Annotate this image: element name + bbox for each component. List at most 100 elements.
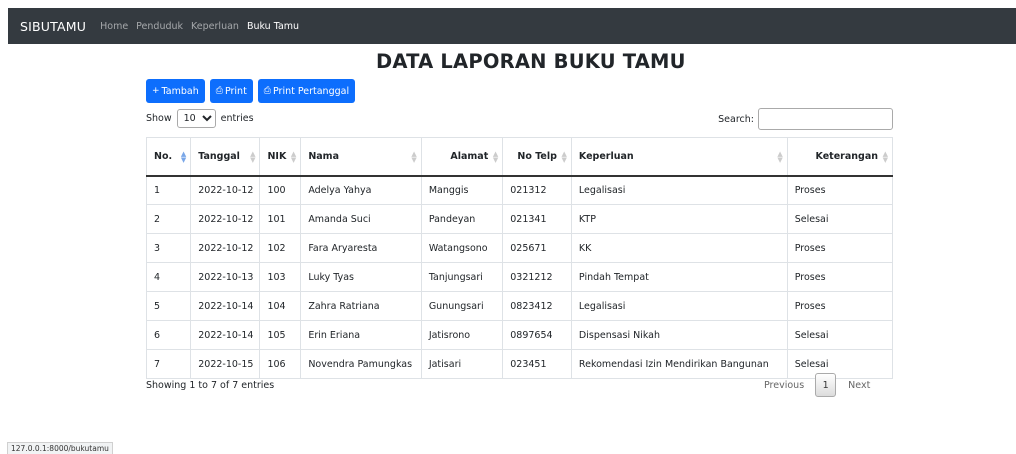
table-cell: Adelya Yahya bbox=[300, 175, 422, 205]
table-cell: Novendra Pamungkas bbox=[300, 349, 422, 379]
table-cell: 100 bbox=[259, 175, 302, 205]
column-header-nik[interactable]: NIK ▲ ▼ bbox=[259, 137, 302, 177]
table-cell: Fara Aryaresta bbox=[300, 233, 422, 263]
table-cell: 2022-10-14 bbox=[190, 291, 261, 321]
top-navbar: SIBUTAMU Home Penduduk Keperluan Buku Ta… bbox=[8, 8, 1016, 44]
print-button-label: Print bbox=[224, 85, 247, 97]
table-cell: 023451 bbox=[502, 349, 572, 379]
table-cell: Amanda Suci bbox=[300, 204, 422, 234]
column-label: Alamat bbox=[450, 150, 489, 162]
sort-icon: ▲ ▼ bbox=[250, 150, 256, 164]
entries-select[interactable]: 10 bbox=[176, 109, 216, 128]
column-label: Keterangan bbox=[815, 150, 878, 162]
table-cell: Proses bbox=[786, 233, 894, 263]
sort-icon: ▲ ▼ bbox=[561, 150, 567, 164]
current-page-button[interactable]: 1 bbox=[815, 373, 837, 397]
status-bar-url: 127.0.0.1:8000/bukutamu bbox=[7, 442, 113, 454]
print-button[interactable]: ⎙ Print bbox=[209, 79, 253, 103]
table-cell: 7 bbox=[145, 349, 192, 379]
table-cell: 2022-10-14 bbox=[190, 320, 261, 350]
table-cell: Selesai bbox=[786, 320, 894, 350]
table-row: 3 2022-10-12 102 Fara Aryaresta Watangsono 02… bbox=[145, 233, 894, 263]
table-cell: 021312 bbox=[502, 175, 572, 205]
table-cell: 101 bbox=[259, 204, 302, 234]
column-header-keperluan[interactable]: Keperluan ▲ ▼ bbox=[570, 137, 788, 177]
print-pertanggal-button-label: Print Pertanggal bbox=[273, 85, 350, 97]
column-header-tanggal[interactable]: Tanggal ▲ ▼ bbox=[190, 137, 261, 177]
guest-book-table: No. ▲ ▼ Tanggal ▲ ▼ NIK ▲ ▼ Nama ▲ ▼ Alamat ▲ ▼ No… bbox=[145, 137, 894, 379]
table-cell: Pindah Tempat bbox=[570, 262, 788, 292]
table-cell: 021341 bbox=[502, 204, 572, 234]
table-row: 6 2022-10-14 105 Erin Eriana Jatisrono 089765… bbox=[145, 320, 894, 350]
table-cell: Legalisasi bbox=[570, 175, 788, 205]
table-cell: Luky Tyas bbox=[300, 262, 422, 292]
tambah-button[interactable]: + Tambah bbox=[146, 79, 205, 103]
table-cell: Proses bbox=[786, 291, 894, 321]
table-cell: Selesai bbox=[786, 204, 894, 234]
table-cell: 2022-10-12 bbox=[190, 204, 261, 234]
table-cell: Zahra Ratriana bbox=[300, 291, 422, 321]
table-cell: 5 bbox=[145, 291, 192, 321]
table-cell: Tanjungsari bbox=[420, 262, 504, 292]
search-label: Search: bbox=[718, 113, 754, 125]
column-label: No Telp bbox=[517, 150, 557, 162]
page-title: DATA LAPORAN BUKU TAMU bbox=[376, 50, 686, 73]
table-cell: 6 bbox=[145, 320, 192, 350]
table-cell: 025671 bbox=[502, 233, 572, 263]
sort-asc-icon: ▲ ▼ bbox=[180, 150, 187, 164]
nav-link-home[interactable]: Home bbox=[100, 21, 128, 32]
table-cell: Watangsono bbox=[420, 233, 504, 263]
table-cell: 2022-10-15 bbox=[190, 349, 261, 379]
table-row: 2 2022-10-12 101 Amanda Suci Pandeyan 021341 K… bbox=[145, 204, 894, 234]
search-input[interactable] bbox=[758, 108, 893, 130]
table-cell: 2 bbox=[145, 204, 192, 234]
table-cell: Legalisasi bbox=[570, 291, 788, 321]
column-header-nama[interactable]: Nama ▲ ▼ bbox=[300, 137, 422, 177]
column-header-no-telp[interactable]: No Telp ▲ ▼ bbox=[502, 137, 572, 177]
entries-length-control: Show 10 entries bbox=[146, 109, 254, 128]
table-row: 4 2022-10-13 103 Luky Tyas Tanjungsari 032121… bbox=[145, 262, 894, 292]
print-icon: ⎙ bbox=[215, 86, 223, 96]
table-cell: 0897654 bbox=[502, 320, 572, 350]
table-row: 5 2022-10-14 104 Zahra Ratriana Gunungsari 08… bbox=[145, 291, 894, 321]
table-cell: Erin Eriana bbox=[300, 320, 422, 350]
table-cell: Proses bbox=[786, 262, 894, 292]
table-cell: Gunungsari bbox=[420, 291, 504, 321]
table-cell: 104 bbox=[259, 291, 302, 321]
search-control: Search: bbox=[718, 108, 893, 130]
table-cell: 102 bbox=[259, 233, 302, 263]
column-label: Nama bbox=[308, 150, 339, 162]
table-cell: Dispensasi Nikah bbox=[570, 320, 788, 350]
table-body: 1 2022-10-12 100 Adelya Yahya Manggis 021312 L… bbox=[145, 175, 894, 379]
table-cell: 3 bbox=[145, 233, 192, 263]
column-label: Keperluan bbox=[578, 150, 634, 162]
column-header-alamat[interactable]: Alamat ▲ ▼ bbox=[420, 137, 504, 177]
column-label: Tanggal bbox=[198, 150, 240, 162]
table-cell: Proses bbox=[786, 175, 894, 205]
pagination: Previous 1 Next bbox=[764, 373, 870, 397]
navbar-brand[interactable]: SIBUTAMU bbox=[20, 19, 86, 34]
next-page-button[interactable]: Next bbox=[848, 380, 870, 391]
previous-page-button[interactable]: Previous bbox=[764, 380, 804, 391]
length-suffix: entries bbox=[220, 113, 254, 124]
sort-icon: ▲ ▼ bbox=[882, 150, 888, 164]
length-prefix: Show bbox=[146, 113, 172, 124]
nav-link-penduduk[interactable]: Penduduk bbox=[136, 21, 183, 32]
table-cell: KTP bbox=[570, 204, 788, 234]
nav-link-buku-tamu[interactable]: Buku Tamu bbox=[247, 21, 299, 32]
table-cell: 4 bbox=[145, 262, 192, 292]
print-pertanggal-button[interactable]: ⎙ Print Pertanggal bbox=[257, 79, 356, 103]
column-header-keterangan[interactable]: Keterangan ▲ ▼ bbox=[786, 137, 894, 177]
table-cell: 2022-10-12 bbox=[190, 233, 261, 263]
table-cell: KK bbox=[570, 233, 788, 263]
column-header-no[interactable]: No. ▲ ▼ bbox=[145, 137, 192, 177]
table-cell: 105 bbox=[259, 320, 302, 350]
table-cell: Jatisari bbox=[420, 349, 504, 379]
table-cell: 1 bbox=[145, 175, 192, 205]
sort-icon: ▲ ▼ bbox=[290, 150, 297, 164]
nav-link-keperluan[interactable]: Keperluan bbox=[191, 21, 239, 32]
sort-icon: ▲ ▼ bbox=[411, 150, 417, 164]
table-cell: 106 bbox=[259, 349, 302, 379]
table-cell: Jatisrono bbox=[420, 320, 504, 350]
print-icon: ⎙ bbox=[263, 86, 271, 96]
